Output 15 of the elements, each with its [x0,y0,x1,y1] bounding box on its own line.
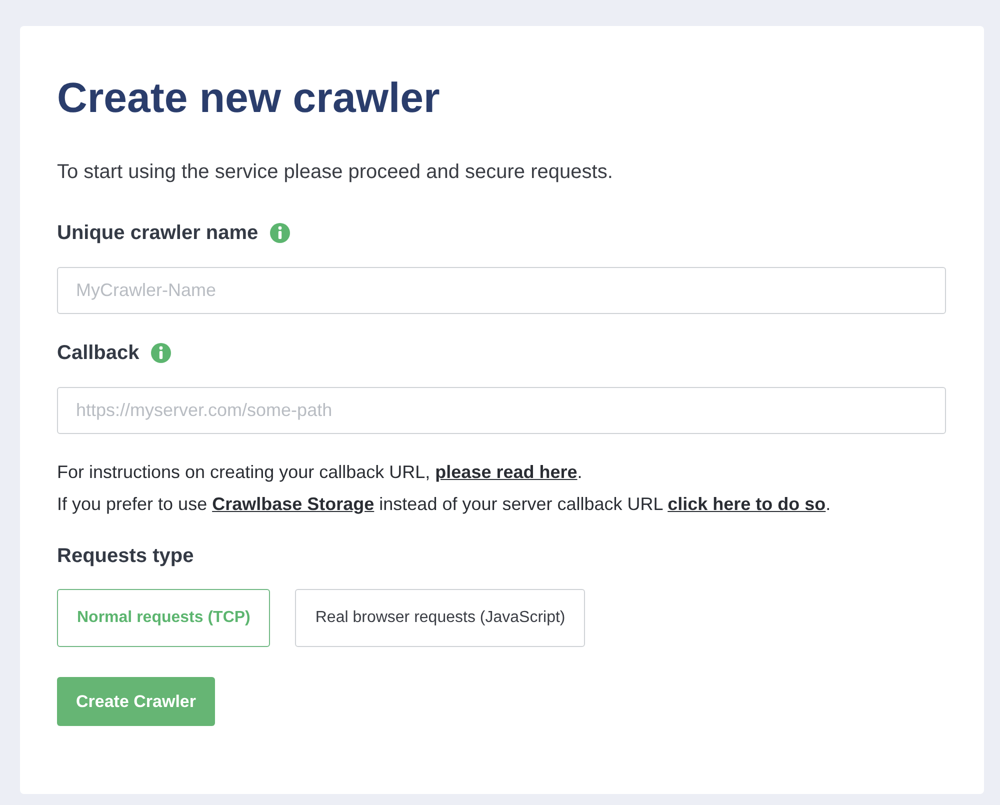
help-text: If you prefer to use Crawlbase Storage instead of your server callback URL click here to do so. [57,493,832,516]
link[interactable]: please read here [435,462,578,482]
link[interactable]: click here to do so [668,494,826,514]
request-type-option[interactable]: Real browser requests (JavaScript) [295,589,586,647]
page-title: Create new crawler [57,73,441,123]
info-icon[interactable] [270,223,290,243]
input-field[interactable]: https://myserver.com/some-path [57,387,946,434]
info-icon[interactable] [151,343,172,363]
input-field[interactable]: MyCrawler-Name [57,267,946,314]
field-label: Unique crawler name [57,221,258,246]
help-text: For instructions on creating your callback URL, please read here. [57,461,584,484]
link[interactable]: Crawlbase Storage [212,494,374,514]
field-label: Callback [57,341,140,366]
subtitle: To start using the service please proceed and secure requests. [57,160,614,185]
section-label: Requests type [57,544,194,569]
